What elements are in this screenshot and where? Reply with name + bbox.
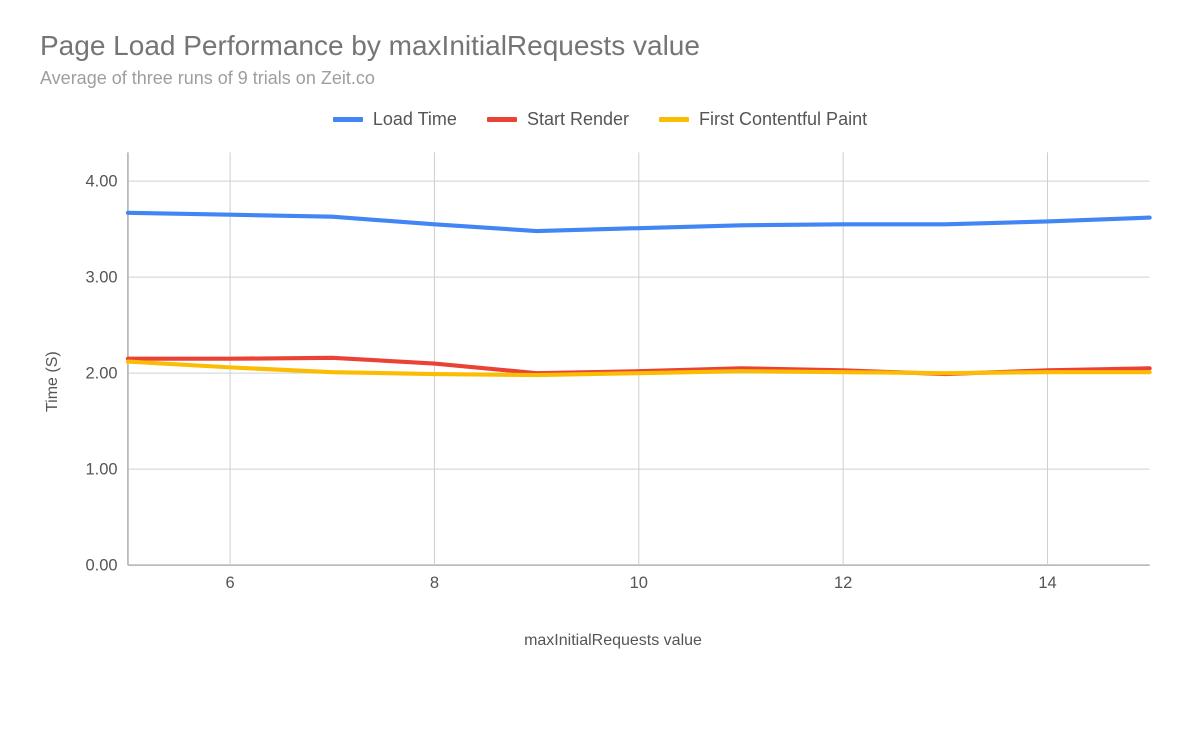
x-tick-label: 6 [226,574,235,592]
legend-item: Load Time [333,109,457,130]
y-tick-label: 4.00 [85,172,117,190]
y-axis-label: Time (S) [40,142,66,622]
chart-container: Page Load Performance by maxInitialReque… [0,0,1200,742]
y-tick-label: 2.00 [85,364,117,382]
chart-title: Page Load Performance by maxInitialReque… [40,30,1160,62]
legend-swatch [487,117,517,122]
legend-label: Load Time [373,109,457,130]
x-axis-label: maxInitialRequests value [66,632,1160,650]
x-tick-label: 12 [834,574,852,592]
chart-subtitle: Average of three runs of 9 trials on Zei… [40,68,1160,89]
x-tick-label: 14 [1038,574,1056,592]
legend-label: First Contentful Paint [699,109,867,130]
legend-item: First Contentful Paint [659,109,867,130]
x-tick-label: 10 [630,574,648,592]
legend-label: Start Render [527,109,629,130]
legend-swatch [659,117,689,122]
chart-svg: 0.00 1.00 2.00 3.00 4.00 6 8 10 12 14 [66,142,1160,596]
x-tick-label: 8 [430,574,439,592]
y-tick-label: 0.00 [85,556,117,574]
y-tick-label: 1.00 [85,460,117,478]
legend-item: Start Render [487,109,629,130]
chart-legend: Load Time Start Render First Contentful Pa… [40,109,1160,130]
y-tick-label: 3.00 [85,268,117,286]
legend-swatch [333,117,363,122]
plot-area: Time (S) 0.001.002.003.004.0068101214 ma… [40,142,1160,622]
